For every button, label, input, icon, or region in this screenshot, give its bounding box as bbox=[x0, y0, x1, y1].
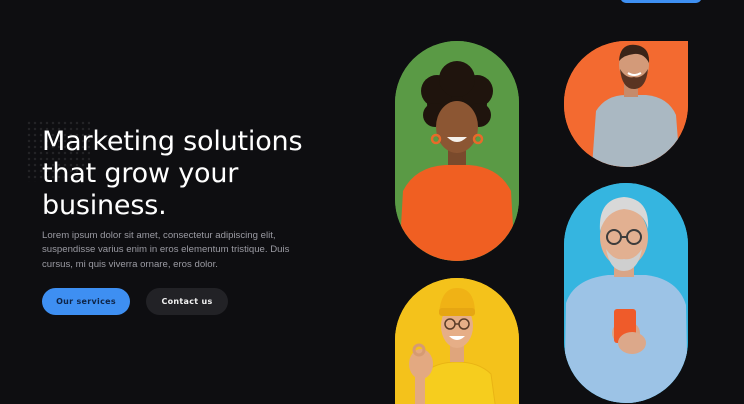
portrait-bearded-man-orange bbox=[564, 41, 688, 167]
hero-section: Marketing solutions that grow your busin… bbox=[0, 0, 744, 404]
portrait-older-man-phone-blue bbox=[564, 183, 688, 403]
contact-us-button[interactable]: Contact us bbox=[146, 288, 228, 315]
portrait-man-beanie-yellow bbox=[395, 278, 519, 404]
hero-title: Marketing solutions that grow your busin… bbox=[42, 126, 303, 221]
nav-cta-button[interactable] bbox=[620, 0, 702, 3]
our-services-button[interactable]: Our services bbox=[42, 288, 130, 315]
portrait-woman-green bbox=[395, 41, 519, 261]
hero-description: Lorem ipsum dolor sit amet, consectetur … bbox=[42, 230, 290, 270]
